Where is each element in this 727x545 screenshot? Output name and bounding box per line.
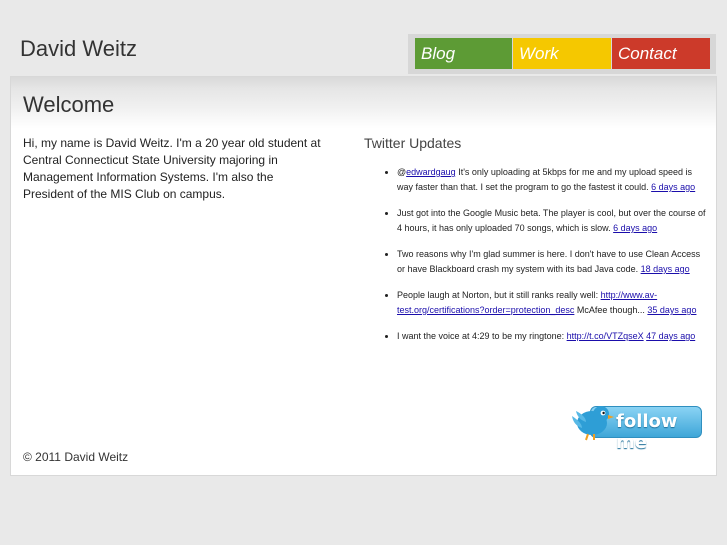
twitter-bird-icon: [572, 406, 614, 441]
welcome-bar: [11, 77, 716, 129]
tweet-time-link[interactable]: 6 days ago: [651, 182, 695, 192]
nav-contact[interactable]: Contact: [612, 38, 710, 69]
follow-me-label: follow me: [616, 411, 678, 453]
tweet-mention-prefix: @: [397, 167, 407, 177]
intro-text: Hi, my name is David Weitz. I'm a 20 yea…: [23, 136, 321, 201]
main-nav: Blog Work Contact: [408, 34, 716, 74]
tweet-text: People laugh at Norton, but it still ran…: [397, 290, 601, 300]
tweet-item: @edwardgaug It's only uploading at 5kbps…: [397, 165, 708, 195]
tweet-list: @edwardgaug It's only uploading at 5kbps…: [363, 165, 708, 355]
nav-work[interactable]: Work: [513, 38, 611, 69]
tweet-time-link[interactable]: 35 days ago: [647, 305, 696, 315]
tweet-text: Just got into the Google Music beta. The…: [397, 208, 706, 233]
tweet-item: People laugh at Norton, but it still ran…: [397, 288, 708, 318]
tweet-mention-link[interactable]: edwardgaug: [406, 167, 456, 177]
tweet-url-link[interactable]: http://t.co/VTZqseX: [567, 331, 644, 341]
page-title: Welcome: [23, 92, 115, 117]
site-title: David Weitz: [20, 36, 137, 61]
tweet-time-link[interactable]: 6 days ago: [613, 223, 657, 233]
tweet-item: Just got into the Google Music beta. The…: [397, 206, 708, 236]
twitter-updates-title: Twitter Updates: [364, 135, 462, 151]
tweet-time-link[interactable]: 47 days ago: [646, 331, 695, 341]
tweet-time-link[interactable]: 18 days ago: [641, 264, 690, 274]
tweet-item: Two reasons why I'm glad summer is here.…: [397, 247, 708, 277]
nav-blog[interactable]: Blog: [415, 38, 512, 69]
follow-me-button[interactable]: follow me: [568, 402, 704, 453]
content-panel: Welcome Hi, my name is David Weitz. I'm …: [10, 76, 717, 476]
tweet-item: I want the voice at 4:29 to be my ringto…: [397, 329, 708, 344]
tweet-text: McAfee though...: [574, 305, 648, 315]
footer-copyright: © 2011 David Weitz: [23, 450, 129, 464]
tweet-text: I want the voice at 4:29 to be my ringto…: [397, 331, 567, 341]
